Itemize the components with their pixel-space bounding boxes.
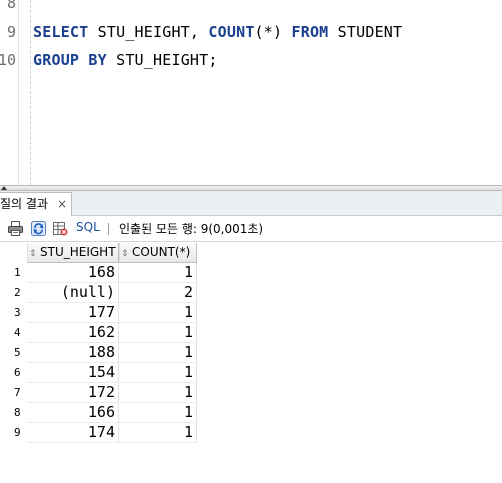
table-row[interactable]: 9 174 1 bbox=[0, 423, 200, 443]
keyword-from: FROM bbox=[291, 23, 329, 41]
cell-stu-height[interactable]: 172 bbox=[27, 383, 119, 403]
row-number: 4 bbox=[14, 326, 21, 339]
row-number: 6 bbox=[14, 366, 21, 379]
column-header-stu-height[interactable]: ⇕ STU_HEIGHT bbox=[27, 243, 119, 263]
table-row[interactable]: 7 172 1 bbox=[0, 383, 200, 403]
code-text: STU_HEIGHT; bbox=[106, 51, 218, 69]
sort-icon[interactable]: ⇕ bbox=[29, 245, 38, 264]
cell-count[interactable]: 1 bbox=[119, 383, 197, 403]
table-row[interactable]: 4 162 1 bbox=[0, 323, 200, 343]
cell-stu-height[interactable]: 177 bbox=[27, 303, 119, 323]
table-row[interactable]: 2 (null) 2 bbox=[0, 283, 200, 303]
refresh-icon[interactable] bbox=[31, 221, 46, 236]
result-grid[interactable]: ⇕ STU_HEIGHT ⇕ COUNT(*) 1 168 1 2 (null) 2… bbox=[0, 242, 502, 483]
results-toolbar: SQL 인출된 모든 행: 9(0,001초) bbox=[0, 216, 502, 242]
toolbar-separator bbox=[108, 223, 109, 235]
fetch-status-text: 인출된 모든 행: 9(0,001초) bbox=[119, 222, 264, 236]
line-number-9: 9 bbox=[6, 23, 16, 41]
table-row[interactable]: 5 188 1 bbox=[0, 343, 200, 363]
table-row[interactable]: 6 154 1 bbox=[0, 363, 200, 383]
cell-count[interactable]: 1 bbox=[119, 363, 197, 383]
row-number: 5 bbox=[14, 346, 21, 359]
column-header-label: COUNT(*) bbox=[132, 245, 191, 259]
table-row[interactable]: 3 177 1 bbox=[0, 303, 200, 323]
code-text: STU_HEIGHT, bbox=[88, 23, 209, 41]
delete-results-icon[interactable] bbox=[53, 221, 68, 236]
line-number-8: 8 bbox=[6, 0, 16, 12]
code-line-10[interactable]: GROUP BY STU_HEIGHT; bbox=[33, 51, 218, 69]
tab-query-result-label: 질의 결과 bbox=[0, 197, 48, 211]
row-number: 1 bbox=[14, 266, 21, 279]
keyword-group-by: GROUP BY bbox=[33, 51, 107, 69]
gutter-divider bbox=[18, 0, 19, 185]
sql-button[interactable]: SQL bbox=[76, 220, 100, 234]
collapse-arrow-icon[interactable] bbox=[1, 186, 7, 190]
code-line-9[interactable]: SELECT STU_HEIGHT, COUNT(*) FROM STUDENT bbox=[33, 23, 402, 41]
row-number: 2 bbox=[14, 286, 21, 299]
table-row[interactable]: 8 166 1 bbox=[0, 403, 200, 423]
cell-stu-height[interactable]: 154 bbox=[27, 363, 119, 383]
fold-guide bbox=[30, 0, 31, 185]
cell-count[interactable]: 1 bbox=[119, 263, 197, 283]
cell-stu-height[interactable]: 168 bbox=[27, 263, 119, 283]
cell-count[interactable]: 1 bbox=[119, 323, 197, 343]
row-number: 8 bbox=[14, 406, 21, 419]
cell-stu-height[interactable]: 162 bbox=[27, 323, 119, 343]
column-header-count[interactable]: ⇕ COUNT(*) bbox=[119, 243, 197, 263]
results-tab-strip: 질의 결과 × bbox=[0, 191, 502, 216]
close-icon[interactable]: × bbox=[56, 193, 68, 215]
cell-stu-height[interactable]: 166 bbox=[27, 403, 119, 423]
line-number-10: 10 bbox=[0, 51, 16, 69]
cell-stu-height[interactable]: 188 bbox=[27, 343, 119, 363]
cell-stu-height[interactable]: 174 bbox=[27, 423, 119, 443]
sql-editor[interactable]: 8 9 10 SELECT STU_HEIGHT, COUNT(*) FROM … bbox=[0, 0, 502, 185]
cell-count[interactable]: 1 bbox=[119, 343, 197, 363]
row-number: 3 bbox=[14, 306, 21, 319]
keyword-count: COUNT bbox=[208, 23, 255, 41]
code-text: STUDENT bbox=[328, 23, 403, 41]
cell-count[interactable]: 1 bbox=[119, 403, 197, 423]
tab-query-result[interactable]: 질의 결과 × bbox=[0, 192, 72, 216]
table-row[interactable]: 1 168 1 bbox=[0, 263, 200, 283]
print-icon[interactable] bbox=[8, 221, 23, 236]
column-header-label: STU_HEIGHT bbox=[40, 245, 116, 259]
cell-count[interactable]: 1 bbox=[119, 423, 197, 443]
code-text: (*) bbox=[254, 23, 292, 41]
row-number: 9 bbox=[14, 426, 21, 439]
keyword-select: SELECT bbox=[33, 23, 89, 41]
row-number: 7 bbox=[14, 386, 21, 399]
sort-icon[interactable]: ⇕ bbox=[121, 245, 130, 264]
cell-count[interactable]: 1 bbox=[119, 303, 197, 323]
cell-count[interactable]: 2 bbox=[119, 283, 197, 303]
cell-stu-height[interactable]: (null) bbox=[27, 283, 119, 303]
